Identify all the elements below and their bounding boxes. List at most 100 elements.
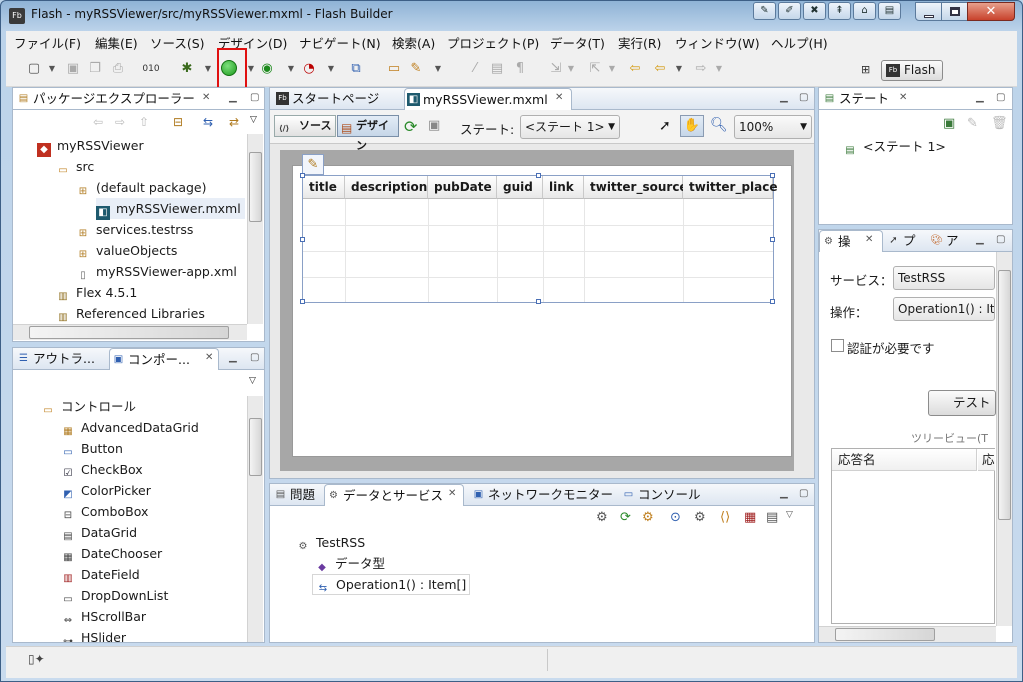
- tree-item-services[interactable]: ⊞ services.testrss: [76, 219, 194, 240]
- back-dropdown-icon[interactable]: ▼: [670, 60, 688, 78]
- minimize-view-icon[interactable]: ▁: [229, 92, 237, 103]
- component-hslider[interactable]: ⊶ HSlider: [61, 627, 126, 642]
- test-operation-icon[interactable]: ⊙: [670, 510, 681, 525]
- response-col-name[interactable]: 応答名: [832, 449, 977, 471]
- minimize-view-icon[interactable]: ▁: [976, 234, 984, 245]
- menu-navigate[interactable]: ナビゲート(N): [299, 33, 381, 52]
- close-tab-icon[interactable]: ✕: [865, 234, 873, 245]
- ops-hscroll[interactable]: [819, 626, 996, 642]
- forward-dropdown-icon[interactable]: ▼: [710, 60, 728, 78]
- open-folder-icon[interactable]: ▭: [385, 60, 403, 78]
- up-nav-icon[interactable]: ⇧: [139, 115, 149, 129]
- pan-tool-icon[interactable]: ✋: [680, 115, 704, 137]
- close-tab-icon[interactable]: ✕: [205, 352, 213, 363]
- tab-outline[interactable]: ☰ アウトラ...: [15, 348, 95, 370]
- scroll-thumb[interactable]: [835, 628, 935, 641]
- tab-console[interactable]: ▭ コンソール: [620, 484, 701, 506]
- resize-handle[interactable]: [536, 173, 541, 178]
- configure-icon[interactable]: ⚙: [642, 510, 654, 525]
- forward-icon[interactable]: ⇨: [692, 60, 710, 78]
- service-select[interactable]: TestRSS: [893, 266, 995, 290]
- grid-header-pubdate[interactable]: pubDate: [428, 176, 497, 199]
- new-dropdown-icon[interactable]: ▼: [43, 60, 61, 78]
- maximize-view-icon[interactable]: ▢: [799, 488, 808, 499]
- print-icon[interactable]: ⎙: [109, 60, 127, 78]
- tab-data-services[interactable]: ⚙ データとサービス: [324, 484, 464, 506]
- tree-item-src[interactable]: ▭ src: [56, 156, 94, 177]
- zoom-tool-icon[interactable]: 🔍︎: [710, 117, 728, 133]
- component-dropdownlist[interactable]: ▭ DropDownList: [61, 585, 168, 606]
- ime-options-icon[interactable]: ▤: [878, 2, 901, 20]
- component-colorpicker[interactable]: ◩ ColorPicker: [61, 480, 151, 501]
- menu-edit[interactable]: 編集(E): [95, 33, 138, 52]
- profile-icon[interactable]: ◉: [258, 60, 276, 78]
- operation-select[interactable]: Operation1() : It: [893, 297, 995, 321]
- generate-code-icon[interactable]: ⚙: [694, 510, 706, 525]
- new-file-icon[interactable]: ▢: [25, 60, 43, 78]
- tree-item-controls-folder[interactable]: ▭ コントロール: [41, 396, 136, 417]
- back-icon[interactable]: ⇦: [651, 60, 669, 78]
- grid-header-link[interactable]: link: [543, 176, 584, 199]
- menu-file[interactable]: ファイル(F): [14, 33, 81, 52]
- test-button[interactable]: テスト: [928, 390, 996, 416]
- menu-help[interactable]: ヘルプ(H): [771, 33, 828, 52]
- save-all-icon[interactable]: ❐: [86, 60, 104, 78]
- export-release-icon[interactable]: ◔: [300, 60, 318, 78]
- component-button[interactable]: ▭ Button: [61, 438, 123, 459]
- maximize-view-icon[interactable]: ▢: [250, 92, 259, 103]
- scroll-thumb[interactable]: [249, 152, 262, 222]
- ime-dictionary-icon[interactable]: ✖: [803, 2, 826, 20]
- refresh-icon[interactable]: ⟳: [404, 117, 417, 136]
- tab-mxml-editor[interactable]: ◧ myRSSViewer.mxml: [404, 88, 572, 110]
- component-combobox[interactable]: ⊟ ComboBox: [61, 501, 149, 522]
- menu-search[interactable]: 検索(A): [392, 33, 435, 52]
- tree-item-project[interactable]: ◆ myRSSViewer: [37, 135, 144, 157]
- components-vscroll[interactable]: [247, 396, 263, 642]
- ime-house-icon[interactable]: ⌂: [853, 2, 876, 20]
- tab-problems[interactable]: ▤ 問題: [272, 484, 315, 506]
- source-mode-button[interactable]: ⟨/⟩ ソース: [274, 115, 336, 137]
- select-tool-icon[interactable]: ➚: [659, 118, 671, 134]
- state-item[interactable]: ▤ <ステート 1>: [843, 136, 946, 157]
- tab-network-monitor[interactable]: ▣ ネットワークモニター: [470, 484, 613, 506]
- tree-item-default-package[interactable]: ⊞ (default package): [76, 177, 207, 198]
- binary-icon[interactable]: 010: [142, 60, 160, 78]
- maximize-view-icon[interactable]: ▢: [799, 92, 808, 103]
- close-tab-icon[interactable]: ✕: [899, 92, 907, 103]
- minimize-view-icon[interactable]: ▁: [780, 488, 788, 499]
- resize-handle[interactable]: [300, 173, 305, 178]
- profile-dropdown-icon[interactable]: ▼: [282, 60, 300, 78]
- tab-start-page[interactable]: Fb スタートページ: [274, 88, 379, 110]
- view-dropdown-icon[interactable]: ▽: [786, 510, 793, 520]
- resize-handle[interactable]: [536, 299, 541, 304]
- tool-dropdown-icon[interactable]: ▼: [429, 60, 447, 78]
- tree-item-valueobjects[interactable]: ⊞ valueObjects: [76, 240, 178, 261]
- minimize-view-icon[interactable]: ▁: [229, 352, 237, 363]
- link-editor-icon[interactable]: ⇆: [203, 115, 213, 129]
- tab-test-operation[interactable]: ⚙ 操: [819, 230, 883, 252]
- collapse-all-icon[interactable]: ⊟: [173, 115, 183, 129]
- response-table[interactable]: 応答名 応: [831, 448, 995, 624]
- grid-header-guid[interactable]: guid: [497, 176, 543, 199]
- settings-icon[interactable]: ▤: [766, 510, 778, 525]
- state-select[interactable]: <ステート 1> ▼: [520, 115, 620, 139]
- minimize-view-icon[interactable]: ▁: [976, 92, 984, 103]
- response-col-value[interactable]: 応: [978, 449, 995, 471]
- close-tab-icon[interactable]: ✕: [448, 488, 456, 499]
- tree-item-flex-sdk[interactable]: ▥ Flex 4.5.1: [56, 282, 137, 303]
- tab-properties[interactable]: ➚ プ: [885, 230, 915, 252]
- open-perspective-icon[interactable]: ⊞: [861, 63, 875, 77]
- close-tab-icon[interactable]: ✕: [555, 92, 563, 103]
- data-binding-icon[interactable]: ✎: [302, 154, 324, 175]
- service-tree-datatypes[interactable]: ◆ データ型: [315, 553, 385, 574]
- tab-states[interactable]: ▤ ステート: [821, 88, 889, 110]
- tree-item-referenced-libs[interactable]: ▥ Referenced Libraries: [56, 303, 205, 324]
- prev-annotation-icon[interactable]: ⇱: [586, 60, 604, 78]
- resize-handle[interactable]: [300, 299, 305, 304]
- prev-dropdown-icon[interactable]: ▼: [603, 60, 621, 78]
- export-dropdown-icon[interactable]: ▼: [322, 60, 340, 78]
- datagrid-component[interactable]: title description pubDate guid link twit…: [300, 173, 778, 304]
- close-tab-icon[interactable]: ✕: [202, 92, 210, 103]
- resize-handle[interactable]: [770, 173, 775, 178]
- service-tree-operation[interactable]: ⇆ Operation1() : Item[]: [312, 574, 471, 595]
